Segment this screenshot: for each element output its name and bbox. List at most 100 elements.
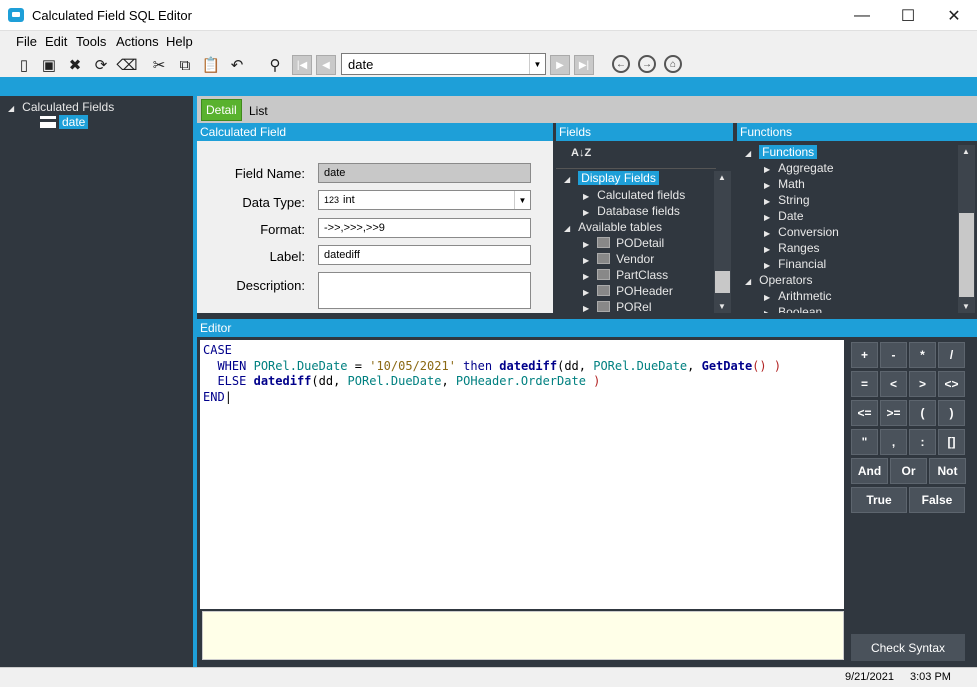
fields-scrollbar[interactable]: ▲ ▼ [714,171,731,313]
scroll-down-icon[interactable]: ▼ [718,302,726,311]
table-item[interactable]: ▶ Vendor [583,252,654,266]
close-button[interactable]: ✕ [931,0,977,31]
expand-icon[interactable]: ▶ [764,165,770,174]
op-open-paren-button[interactable]: ( [909,400,936,426]
table-item[interactable]: ▶ PartClass [583,268,668,282]
minimize-button[interactable]: — [839,0,885,31]
tree-root[interactable]: ◢ Calculated Fields [8,100,114,114]
op-greater-equal-button[interactable]: >= [880,400,907,426]
op-brackets-button[interactable]: [] [938,429,965,455]
expand-icon[interactable]: ▶ [583,288,589,297]
calculated-fields-node[interactable]: ▶ Calculated fields [583,188,685,202]
functions-root-node[interactable]: ◢ Functions [745,145,818,159]
expand-icon[interactable]: ▶ [764,293,770,302]
paste-icon[interactable]: 📋 [200,54,222,76]
function-category[interactable]: ▶ Conversion [764,225,839,239]
expand-icon[interactable]: ▶ [764,213,770,222]
function-category[interactable]: ▶ Math [764,177,805,191]
expand-icon[interactable]: ▶ [764,261,770,270]
op-minus-button[interactable]: - [880,342,907,368]
op-greater-button[interactable]: > [909,371,936,397]
copy-icon[interactable]: ⧉ [174,54,196,76]
function-category[interactable]: ▶ Ranges [764,241,820,255]
new-icon[interactable]: ▯ [13,54,35,76]
forward-icon[interactable]: → [638,55,656,73]
expand-icon[interactable]: ▶ [583,208,589,217]
back-icon[interactable]: ← [612,55,630,73]
table-item[interactable]: ▶ PODetail [583,236,664,250]
delete-icon[interactable]: ✖ [64,54,86,76]
binoculars-icon[interactable]: ⚲ [264,54,286,76]
table-item[interactable]: ▶ POHeader [583,284,673,298]
undo-icon[interactable]: ↶ [226,54,248,76]
op-plus-button[interactable]: + [851,342,878,368]
scroll-down-icon[interactable]: ▼ [962,302,970,311]
op-not-button[interactable]: Not [929,458,966,484]
op-comma-button[interactable]: , [880,429,907,455]
database-fields-node[interactable]: ▶ Database fields [583,204,680,218]
operator-category[interactable]: ▶Boolean [764,305,822,313]
op-less-equal-button[interactable]: <= [851,400,878,426]
function-category[interactable]: ▶ Aggregate [764,161,834,175]
menu-help[interactable]: Help [166,34,193,49]
record-search-combo[interactable]: date ▼ [341,53,546,75]
expand-icon[interactable]: ▶ [764,229,770,238]
operators-node[interactable]: ◢ Operators [745,273,813,287]
table-item[interactable]: ▶ PORel [583,300,652,314]
op-colon-button[interactable]: : [909,429,936,455]
field-name-input[interactable]: date [318,163,531,183]
tab-detail[interactable]: Detail [201,99,242,121]
display-fields-node[interactable]: ◢ Display Fields [564,171,659,185]
function-category[interactable]: ▶ Date [764,209,804,223]
op-equals-button[interactable]: = [851,371,878,397]
menu-edit[interactable]: Edit [45,34,67,49]
sort-az-icon[interactable]: A↓Z [571,147,591,159]
home-icon[interactable]: ⌂ [664,55,682,73]
description-input[interactable] [318,272,531,309]
op-multiply-button[interactable]: * [909,342,936,368]
expand-icon[interactable]: ◢ [8,104,14,113]
chevron-down-icon[interactable]: ▼ [514,191,530,209]
label-input[interactable]: datediff [318,245,531,265]
expand-icon[interactable]: ▶ [764,197,770,206]
function-category[interactable]: ▶ String [764,193,810,207]
expand-icon[interactable]: ▶ [583,192,589,201]
op-and-button[interactable]: And [851,458,888,484]
maximize-button[interactable]: ☐ [885,0,931,31]
refresh-icon[interactable]: ⟳ [90,54,112,76]
check-syntax-button[interactable]: Check Syntax [851,634,965,661]
op-or-button[interactable]: Or [890,458,927,484]
expand-icon[interactable]: ▶ [583,240,589,249]
op-less-button[interactable]: < [880,371,907,397]
collapse-icon[interactable]: ◢ [564,175,570,184]
first-record-icon[interactable]: |◀ [292,55,312,75]
tree-item-date[interactable]: date [59,115,89,129]
format-input[interactable]: ->>,>>>,>>9 [318,218,531,238]
expand-icon[interactable]: ▶ [583,256,589,265]
previous-record-icon[interactable]: ◀ [316,55,336,75]
scroll-up-icon[interactable]: ▲ [962,147,970,156]
cut-icon[interactable]: ✂ [148,54,170,76]
menu-tools[interactable]: Tools [76,34,106,49]
next-record-icon[interactable]: ▶ [550,55,570,75]
op-divide-button[interactable]: / [938,342,965,368]
functions-scrollbar[interactable]: ▲ ▼ [958,145,975,313]
sql-editor[interactable]: CASE WHEN PORel.DueDate = '10/05/2021' t… [200,340,844,609]
expand-icon[interactable]: ▶ [583,304,589,313]
operator-category[interactable]: ▶ Arithmetic [764,289,832,303]
chevron-down-icon[interactable]: ▼ [529,54,545,74]
op-close-paren-button[interactable]: ) [938,400,965,426]
op-false-button[interactable]: False [909,487,965,513]
data-type-select[interactable]: 123 int ▼ [318,190,531,210]
collapse-icon[interactable]: ◢ [745,149,751,158]
expand-icon[interactable]: ▶ [764,181,770,190]
op-not-equal-button[interactable]: <> [938,371,965,397]
menu-actions[interactable]: Actions [116,34,159,49]
expand-icon[interactable]: ▶ [764,245,770,254]
clear-icon[interactable]: ⌫ [116,54,138,76]
menu-file[interactable]: File [16,34,37,49]
op-true-button[interactable]: True [851,487,907,513]
scroll-up-icon[interactable]: ▲ [718,173,726,182]
scroll-thumb[interactable] [959,213,974,297]
collapse-icon[interactable]: ◢ [745,277,751,286]
